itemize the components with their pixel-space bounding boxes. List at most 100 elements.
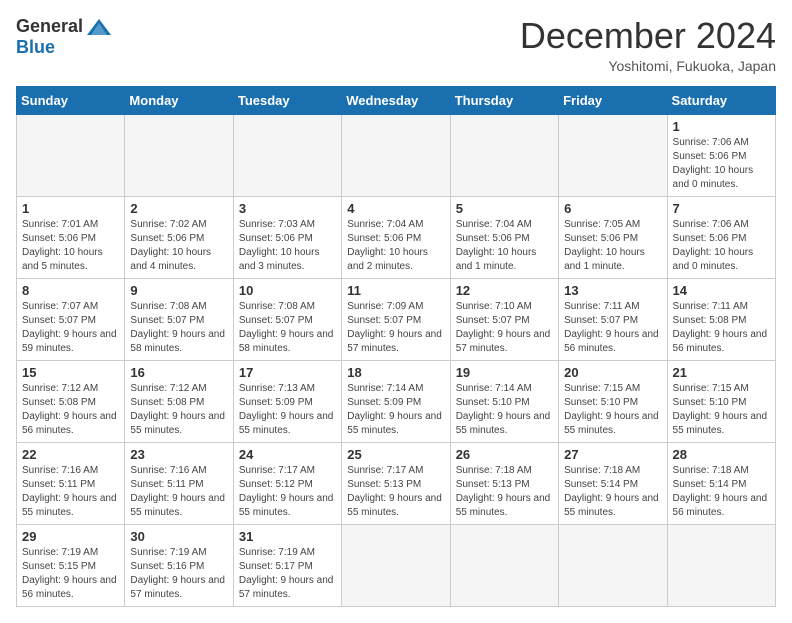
day-info: Sunrise: 7:19 AMSunset: 5:16 PMDaylight:…: [130, 547, 225, 600]
calendar-cell: 9 Sunrise: 7:08 AMSunset: 5:07 PMDayligh…: [125, 278, 233, 360]
calendar-cell: 25 Sunrise: 7:17 AMSunset: 5:13 PMDaylig…: [342, 442, 450, 524]
day-number: 24: [239, 447, 336, 462]
calendar-cell: [342, 524, 450, 606]
day-info: Sunrise: 7:12 AMSunset: 5:08 PMDaylight:…: [22, 383, 117, 436]
day-number: 15: [22, 365, 119, 380]
calendar-cell: [450, 114, 558, 196]
day-info: Sunrise: 7:04 AMSunset: 5:06 PMDaylight:…: [456, 219, 537, 272]
calendar-cell: 18 Sunrise: 7:14 AMSunset: 5:09 PMDaylig…: [342, 360, 450, 442]
day-number: 25: [347, 447, 444, 462]
day-number: 6: [564, 201, 661, 216]
day-number: 8: [22, 283, 119, 298]
day-info: Sunrise: 7:02 AMSunset: 5:06 PMDaylight:…: [130, 219, 211, 272]
calendar-cell: 2 Sunrise: 7:02 AMSunset: 5:06 PMDayligh…: [125, 196, 233, 278]
day-number: 2: [130, 201, 227, 216]
calendar-cell: [559, 114, 667, 196]
day-number: 4: [347, 201, 444, 216]
calendar-cell: 13 Sunrise: 7:11 AMSunset: 5:07 PMDaylig…: [559, 278, 667, 360]
day-info: Sunrise: 7:17 AMSunset: 5:13 PMDaylight:…: [347, 465, 442, 518]
calendar-cell: 22 Sunrise: 7:16 AMSunset: 5:11 PMDaylig…: [17, 442, 125, 524]
month-title: December 2024: [520, 16, 776, 56]
day-number: 16: [130, 365, 227, 380]
day-info: Sunrise: 7:18 AMSunset: 5:14 PMDaylight:…: [673, 465, 768, 518]
day-info: Sunrise: 7:15 AMSunset: 5:10 PMDaylight:…: [673, 383, 768, 436]
calendar-cell: 30 Sunrise: 7:19 AMSunset: 5:16 PMDaylig…: [125, 524, 233, 606]
calendar-cell: 27 Sunrise: 7:18 AMSunset: 5:14 PMDaylig…: [559, 442, 667, 524]
calendar-cell: [667, 524, 775, 606]
calendar-body: 1 Sunrise: 7:06 AMSunset: 5:06 PMDayligh…: [17, 114, 776, 606]
day-info: Sunrise: 7:07 AMSunset: 5:07 PMDaylight:…: [22, 301, 117, 354]
calendar-cell: 5 Sunrise: 7:04 AMSunset: 5:06 PMDayligh…: [450, 196, 558, 278]
day-info: Sunrise: 7:17 AMSunset: 5:12 PMDaylight:…: [239, 465, 334, 518]
calendar-week-1: 1 Sunrise: 7:06 AMSunset: 5:06 PMDayligh…: [17, 114, 776, 196]
logo-general-text: General: [16, 16, 83, 37]
calendar-cell: 16 Sunrise: 7:12 AMSunset: 5:08 PMDaylig…: [125, 360, 233, 442]
day-number: 14: [673, 283, 770, 298]
calendar-cell: 10 Sunrise: 7:08 AMSunset: 5:07 PMDaylig…: [233, 278, 341, 360]
weekday-header-wednesday: Wednesday: [342, 86, 450, 114]
day-number: 1: [22, 201, 119, 216]
day-info: Sunrise: 7:05 AMSunset: 5:06 PMDaylight:…: [564, 219, 645, 272]
day-info: Sunrise: 7:12 AMSunset: 5:08 PMDaylight:…: [130, 383, 225, 436]
calendar-table: SundayMondayTuesdayWednesdayThursdayFrid…: [16, 86, 776, 607]
day-number: 21: [673, 365, 770, 380]
day-number: 9: [130, 283, 227, 298]
calendar-cell: 15 Sunrise: 7:12 AMSunset: 5:08 PMDaylig…: [17, 360, 125, 442]
day-number: 13: [564, 283, 661, 298]
calendar-cell: [450, 524, 558, 606]
calendar-cell: 11 Sunrise: 7:09 AMSunset: 5:07 PMDaylig…: [342, 278, 450, 360]
weekday-header-sunday: Sunday: [17, 86, 125, 114]
day-info: Sunrise: 7:08 AMSunset: 5:07 PMDaylight:…: [239, 301, 334, 354]
calendar-cell: 14 Sunrise: 7:11 AMSunset: 5:08 PMDaylig…: [667, 278, 775, 360]
calendar-week-5: 22 Sunrise: 7:16 AMSunset: 5:11 PMDaylig…: [17, 442, 776, 524]
day-info: Sunrise: 7:13 AMSunset: 5:09 PMDaylight:…: [239, 383, 334, 436]
calendar-cell: 1 Sunrise: 7:06 AMSunset: 5:06 PMDayligh…: [667, 114, 775, 196]
day-info: Sunrise: 7:01 AMSunset: 5:06 PMDaylight:…: [22, 219, 103, 272]
logo-blue-text: Blue: [16, 37, 55, 57]
calendar-cell: 28 Sunrise: 7:18 AMSunset: 5:14 PMDaylig…: [667, 442, 775, 524]
title-block: December 2024 Yoshitomi, Fukuoka, Japan: [520, 16, 776, 74]
weekday-header-friday: Friday: [559, 86, 667, 114]
day-number: 5: [456, 201, 553, 216]
calendar-cell: 23 Sunrise: 7:16 AMSunset: 5:11 PMDaylig…: [125, 442, 233, 524]
day-number: 7: [673, 201, 770, 216]
day-info: Sunrise: 7:10 AMSunset: 5:07 PMDaylight:…: [456, 301, 551, 354]
calendar-cell: 3 Sunrise: 7:03 AMSunset: 5:06 PMDayligh…: [233, 196, 341, 278]
day-number: 23: [130, 447, 227, 462]
calendar-cell: 21 Sunrise: 7:15 AMSunset: 5:10 PMDaylig…: [667, 360, 775, 442]
calendar-cell: [233, 114, 341, 196]
calendar-cell: 20 Sunrise: 7:15 AMSunset: 5:10 PMDaylig…: [559, 360, 667, 442]
day-info: Sunrise: 7:16 AMSunset: 5:11 PMDaylight:…: [130, 465, 225, 518]
calendar-cell: 24 Sunrise: 7:17 AMSunset: 5:12 PMDaylig…: [233, 442, 341, 524]
calendar-cell: 31 Sunrise: 7:19 AMSunset: 5:17 PMDaylig…: [233, 524, 341, 606]
calendar-cell: [17, 114, 125, 196]
weekday-header-monday: Monday: [125, 86, 233, 114]
day-number: 27: [564, 447, 661, 462]
page-header: General Blue December 2024 Yoshitomi, Fu…: [16, 16, 776, 74]
day-info: Sunrise: 7:06 AMSunset: 5:06 PMDaylight:…: [673, 137, 754, 190]
day-number: 1: [673, 119, 770, 134]
day-number: 12: [456, 283, 553, 298]
day-number: 19: [456, 365, 553, 380]
calendar-cell: 8 Sunrise: 7:07 AMSunset: 5:07 PMDayligh…: [17, 278, 125, 360]
day-number: 17: [239, 365, 336, 380]
day-number: 31: [239, 529, 336, 544]
calendar-cell: 4 Sunrise: 7:04 AMSunset: 5:06 PMDayligh…: [342, 196, 450, 278]
logo-icon: [85, 17, 113, 37]
day-number: 28: [673, 447, 770, 462]
day-info: Sunrise: 7:15 AMSunset: 5:10 PMDaylight:…: [564, 383, 659, 436]
calendar-cell: 6 Sunrise: 7:05 AMSunset: 5:06 PMDayligh…: [559, 196, 667, 278]
calendar-week-2: 1 Sunrise: 7:01 AMSunset: 5:06 PMDayligh…: [17, 196, 776, 278]
day-info: Sunrise: 7:19 AMSunset: 5:15 PMDaylight:…: [22, 547, 117, 600]
day-number: 22: [22, 447, 119, 462]
calendar-cell: [125, 114, 233, 196]
day-number: 10: [239, 283, 336, 298]
day-info: Sunrise: 7:08 AMSunset: 5:07 PMDaylight:…: [130, 301, 225, 354]
day-info: Sunrise: 7:19 AMSunset: 5:17 PMDaylight:…: [239, 547, 334, 600]
calendar-cell: 17 Sunrise: 7:13 AMSunset: 5:09 PMDaylig…: [233, 360, 341, 442]
day-number: 29: [22, 529, 119, 544]
weekday-header-thursday: Thursday: [450, 86, 558, 114]
weekday-header-saturday: Saturday: [667, 86, 775, 114]
day-info: Sunrise: 7:14 AMSunset: 5:09 PMDaylight:…: [347, 383, 442, 436]
day-info: Sunrise: 7:09 AMSunset: 5:07 PMDaylight:…: [347, 301, 442, 354]
